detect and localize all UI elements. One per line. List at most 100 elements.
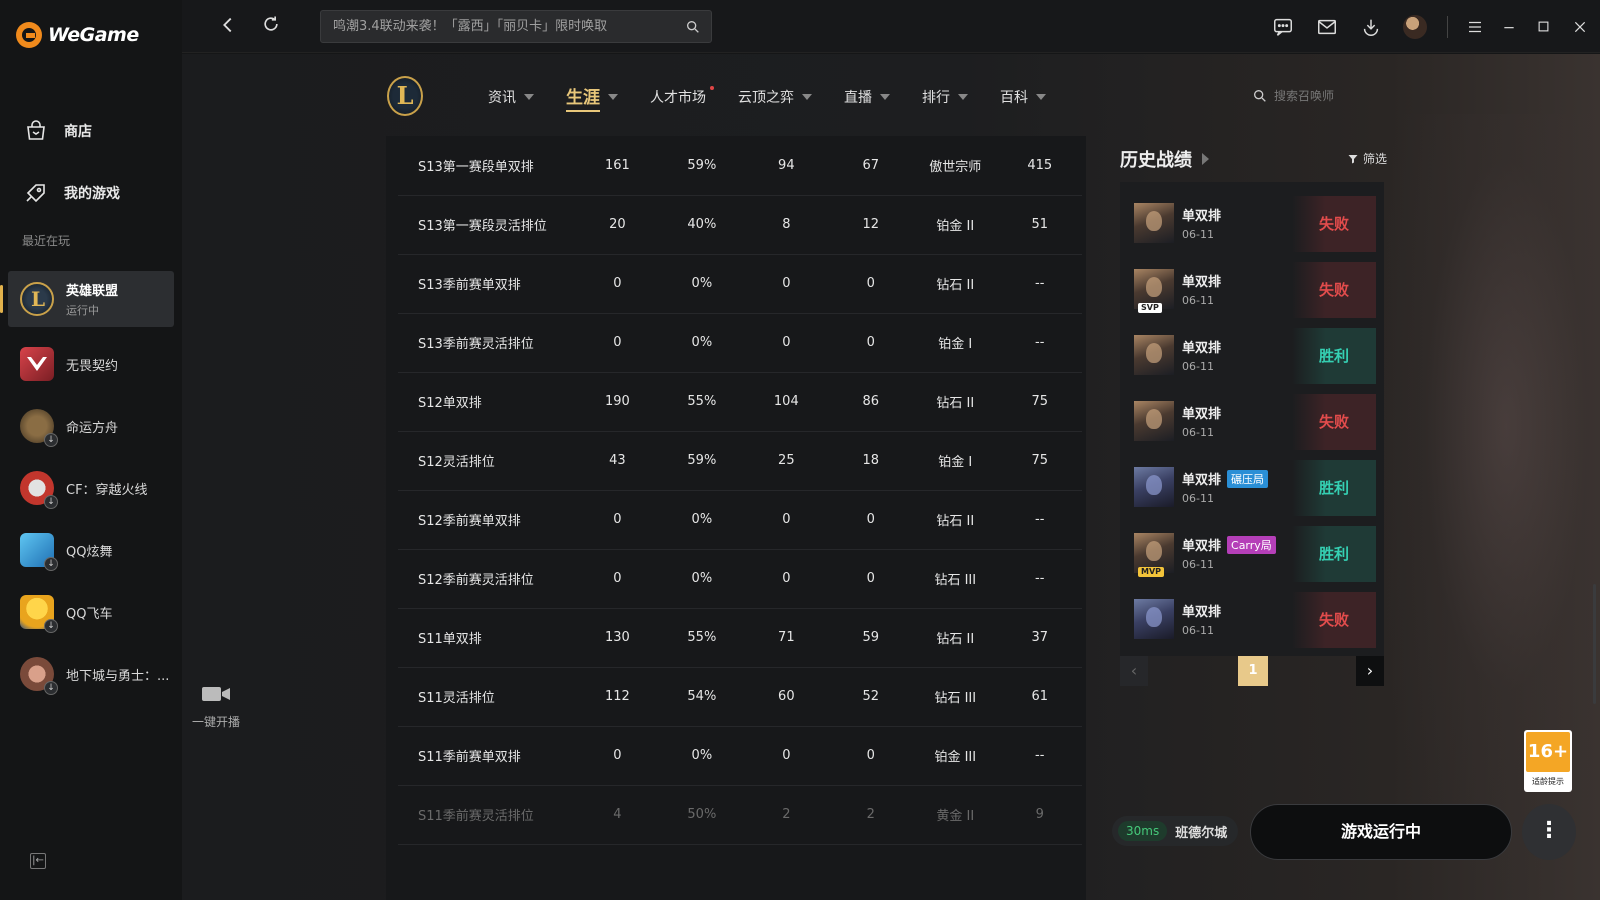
cell-losses: 0 — [866, 571, 875, 586]
chat-button[interactable] — [1261, 0, 1305, 53]
cell-games-count: 161 — [604, 158, 630, 173]
match-result: 胜利 — [1292, 526, 1376, 582]
match-mode: 单双排 — [1182, 209, 1222, 224]
champion-avatar — [1134, 203, 1174, 243]
game-item-valorant[interactable]: 无畏契约 — [8, 333, 174, 395]
tab-career[interactable]: 生涯 — [550, 82, 634, 112]
career-stats-table: S13第一赛段单双排 161 59% 94 67 傲世宗师 415 S13第一赛段灵活排位 20… — [386, 136, 1086, 900]
maximize-button[interactable] — [1526, 0, 1560, 53]
filter-button[interactable]: 筛选 — [1347, 150, 1387, 167]
cell-rank: 钻石 II — [936, 514, 975, 529]
game-item-qq-dance[interactable]: ↓ QQ炫舞 — [8, 519, 174, 581]
current-page[interactable]: 1 — [1238, 656, 1268, 686]
tab-news[interactable]: 资讯 — [472, 82, 550, 112]
download-icon: ↓ — [44, 557, 58, 571]
one-click-stream-button[interactable]: 一键开播 — [190, 684, 242, 730]
sidebar-item-my-games[interactable]: 我的游戏 — [0, 162, 182, 224]
cell-rank: 钻石 III — [934, 691, 977, 706]
cell-queue-name: S13第一赛段单双排 — [418, 160, 534, 175]
match-item[interactable]: MVP 单双排 Carry局 06-11 胜利 — [1128, 520, 1376, 586]
scrollbar[interactable] — [1593, 584, 1596, 704]
cell-queue-name: S13季前赛单双排 — [418, 278, 521, 293]
tab-label: 百科 — [1000, 90, 1028, 106]
cell-games-count: 0 — [613, 512, 622, 527]
lol-logo[interactable]: L — [387, 76, 423, 116]
launch-game-button[interactable]: 游戏运行中 — [1250, 804, 1512, 860]
sidebar: WeGame 商店 我的游戏 最近在玩 L 英雄联盟 运行中 无畏契约 ↓ 命运… — [0, 0, 182, 900]
champion-portrait — [1146, 409, 1162, 429]
cell-games-count: 130 — [604, 630, 630, 645]
match-item[interactable]: 单双排 06-11 失败 — [1128, 586, 1376, 652]
tab-talent-market[interactable]: 人才市场 — [634, 82, 722, 112]
match-date: 06-11 — [1182, 492, 1214, 505]
download-manager-button[interactable] — [1349, 0, 1393, 53]
age-rating-note: 适龄提示 — [1532, 777, 1564, 786]
download-icon: ↓ — [44, 495, 58, 509]
recent-games-title: 最近在玩 — [22, 234, 71, 248]
refresh-button[interactable] — [259, 14, 283, 38]
match-info: 单双排 06-11 — [1182, 601, 1221, 637]
tab-label: 云顶之弈 — [738, 90, 794, 106]
summoner-search-placeholder: 搜索召唤师 — [1274, 89, 1335, 103]
summoner-search[interactable]: 搜索召唤师 — [1252, 87, 1334, 104]
back-button[interactable] — [216, 14, 240, 38]
tab-ranking[interactable]: 排行 — [906, 82, 984, 112]
tab-tft[interactable]: 云顶之弈 — [722, 82, 828, 112]
champion-avatar: MVP — [1134, 533, 1174, 577]
collapse-sidebar-button[interactable]: |← — [30, 853, 46, 869]
sidebar-item-store[interactable]: 商店 — [0, 100, 182, 162]
filter-label: 筛选 — [1363, 152, 1388, 166]
minimize-button[interactable] — [1492, 0, 1526, 53]
cell-wins: 0 — [782, 571, 791, 586]
search-icon[interactable] — [685, 19, 701, 35]
match-item[interactable]: 单双排 06-11 失败 — [1128, 388, 1376, 454]
game-item-crossfire[interactable]: ↓ CF：穿越火线 — [8, 457, 174, 519]
match-item[interactable]: 单双排 06-11 失败 — [1128, 190, 1376, 256]
match-item[interactable]: 单双排 06-11 胜利 — [1128, 322, 1376, 388]
age-rating-badge[interactable]: 16+ 适龄提示 — [1524, 730, 1572, 792]
table-row: S12单双排 190 55% 104 86 钻石 II 75 — [398, 372, 1082, 432]
cell-points: 415 — [1027, 158, 1053, 173]
stream-label: 一键开播 — [191, 715, 240, 729]
mail-button[interactable] — [1305, 0, 1349, 53]
prev-page-button[interactable]: ‹ — [1120, 656, 1148, 686]
game-item-lost-ark[interactable]: ↓ 命运方舟 — [8, 395, 174, 457]
match-item[interactable]: 单双排 碾压局 06-11 胜利 — [1128, 454, 1376, 520]
match-history-title[interactable]: 历史战绩 — [1120, 146, 1209, 172]
cell-queue-name: S12单双排 — [418, 396, 482, 411]
game-item-qq-speed[interactable]: ↓ QQ飞车 — [8, 581, 174, 643]
qq-speed-game-icon: ↓ — [20, 595, 58, 633]
game-item-dnf[interactable]: ↓ 地下城与勇士：... — [8, 643, 174, 705]
next-page-button[interactable]: › — [1356, 656, 1384, 686]
cell-games-count: 0 — [613, 571, 622, 586]
cell-win-rate: 0% — [691, 276, 713, 291]
top-bar-actions — [1261, 0, 1600, 53]
match-mode: 单双排 — [1182, 539, 1222, 554]
close-button[interactable] — [1560, 0, 1600, 53]
menu-button[interactable] — [1458, 0, 1492, 53]
valorant-game-icon — [20, 347, 54, 381]
game-status: 运行中 — [66, 304, 99, 317]
match-tag: Carry局 — [1227, 535, 1276, 554]
match-info: 单双排 06-11 — [1182, 337, 1221, 373]
more-options-button[interactable]: ⋮ — [1522, 804, 1576, 860]
search-input[interactable] — [321, 11, 671, 42]
game-item-lol[interactable]: L 英雄联盟 运行中 — [0, 271, 174, 327]
match-item[interactable]: SVP 单双排 06-11 失败 — [1128, 256, 1376, 322]
wegame-logo[interactable]: WeGame — [16, 22, 139, 48]
tab-wiki[interactable]: 百科 — [984, 82, 1062, 112]
search-icon — [1254, 89, 1266, 102]
user-avatar-button[interactable] — [1393, 0, 1437, 53]
match-mode-row: 单双排 碾压局 — [1182, 469, 1269, 488]
tab-live[interactable]: 直播 — [828, 82, 906, 112]
cell-win-rate: 0% — [691, 512, 713, 527]
server-status[interactable]: 30ms 班德尔城 — [1112, 816, 1238, 846]
chevron-left-icon — [223, 17, 232, 33]
cell-rank: 傲世宗师 — [929, 160, 982, 175]
cell-losses: 59 — [862, 630, 880, 645]
champion-avatar — [1134, 599, 1174, 639]
ping-badge: 30ms — [1118, 821, 1168, 841]
search-box[interactable] — [320, 10, 712, 43]
store-icon — [27, 120, 45, 140]
match-date: 06-11 — [1182, 360, 1214, 373]
